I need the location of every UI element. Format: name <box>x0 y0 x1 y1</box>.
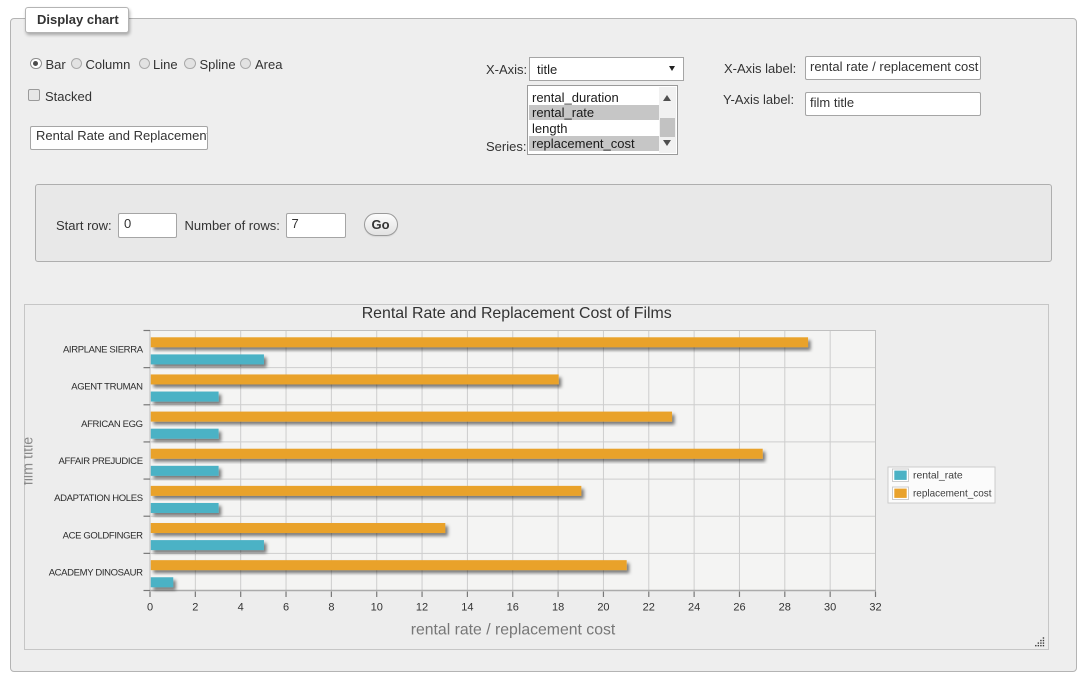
svg-text:AGENT TRUMAN: AGENT TRUMAN <box>71 382 143 393</box>
svg-text:26: 26 <box>733 602 745 614</box>
svg-text:AFFAIR PREJUDICE: AFFAIR PREJUDICE <box>59 456 143 467</box>
svg-text:10: 10 <box>371 602 383 614</box>
svg-text:6: 6 <box>283 602 289 614</box>
svg-text:ACE GOLDFINGER: ACE GOLDFINGER <box>63 530 144 541</box>
svg-text:30: 30 <box>824 602 836 614</box>
svg-text:12: 12 <box>416 602 428 614</box>
svg-text:14: 14 <box>461 602 473 614</box>
svg-text:22: 22 <box>643 602 655 614</box>
svg-text:20: 20 <box>597 602 609 614</box>
svg-text:8: 8 <box>328 602 334 614</box>
svg-text:24: 24 <box>688 602 700 614</box>
svg-text:rental rate / replacement cost: rental rate / replacement cost <box>411 622 616 639</box>
svg-text:28: 28 <box>779 602 791 614</box>
svg-text:film title: film title <box>24 437 37 486</box>
svg-text:AFRICAN EGG: AFRICAN EGG <box>81 419 143 430</box>
svg-text:16: 16 <box>507 602 519 614</box>
svg-text:18: 18 <box>552 602 564 614</box>
svg-text:AIRPLANE SIERRA: AIRPLANE SIERRA <box>63 345 144 356</box>
svg-text:rental_rate: rental_rate <box>913 470 963 481</box>
svg-text:4: 4 <box>238 602 244 614</box>
svg-text:ACADEMY DINOSAUR: ACADEMY DINOSAUR <box>49 567 143 578</box>
svg-text:2: 2 <box>192 602 198 614</box>
svg-text:ADAPTATION HOLES: ADAPTATION HOLES <box>54 493 143 504</box>
svg-text:replacement_cost: replacement_cost <box>913 488 992 499</box>
svg-text:Rental Rate and Replacement Co: Rental Rate and Replacement Cost of Film… <box>362 305 672 322</box>
svg-text:32: 32 <box>869 602 881 614</box>
svg-text:0: 0 <box>147 602 153 614</box>
